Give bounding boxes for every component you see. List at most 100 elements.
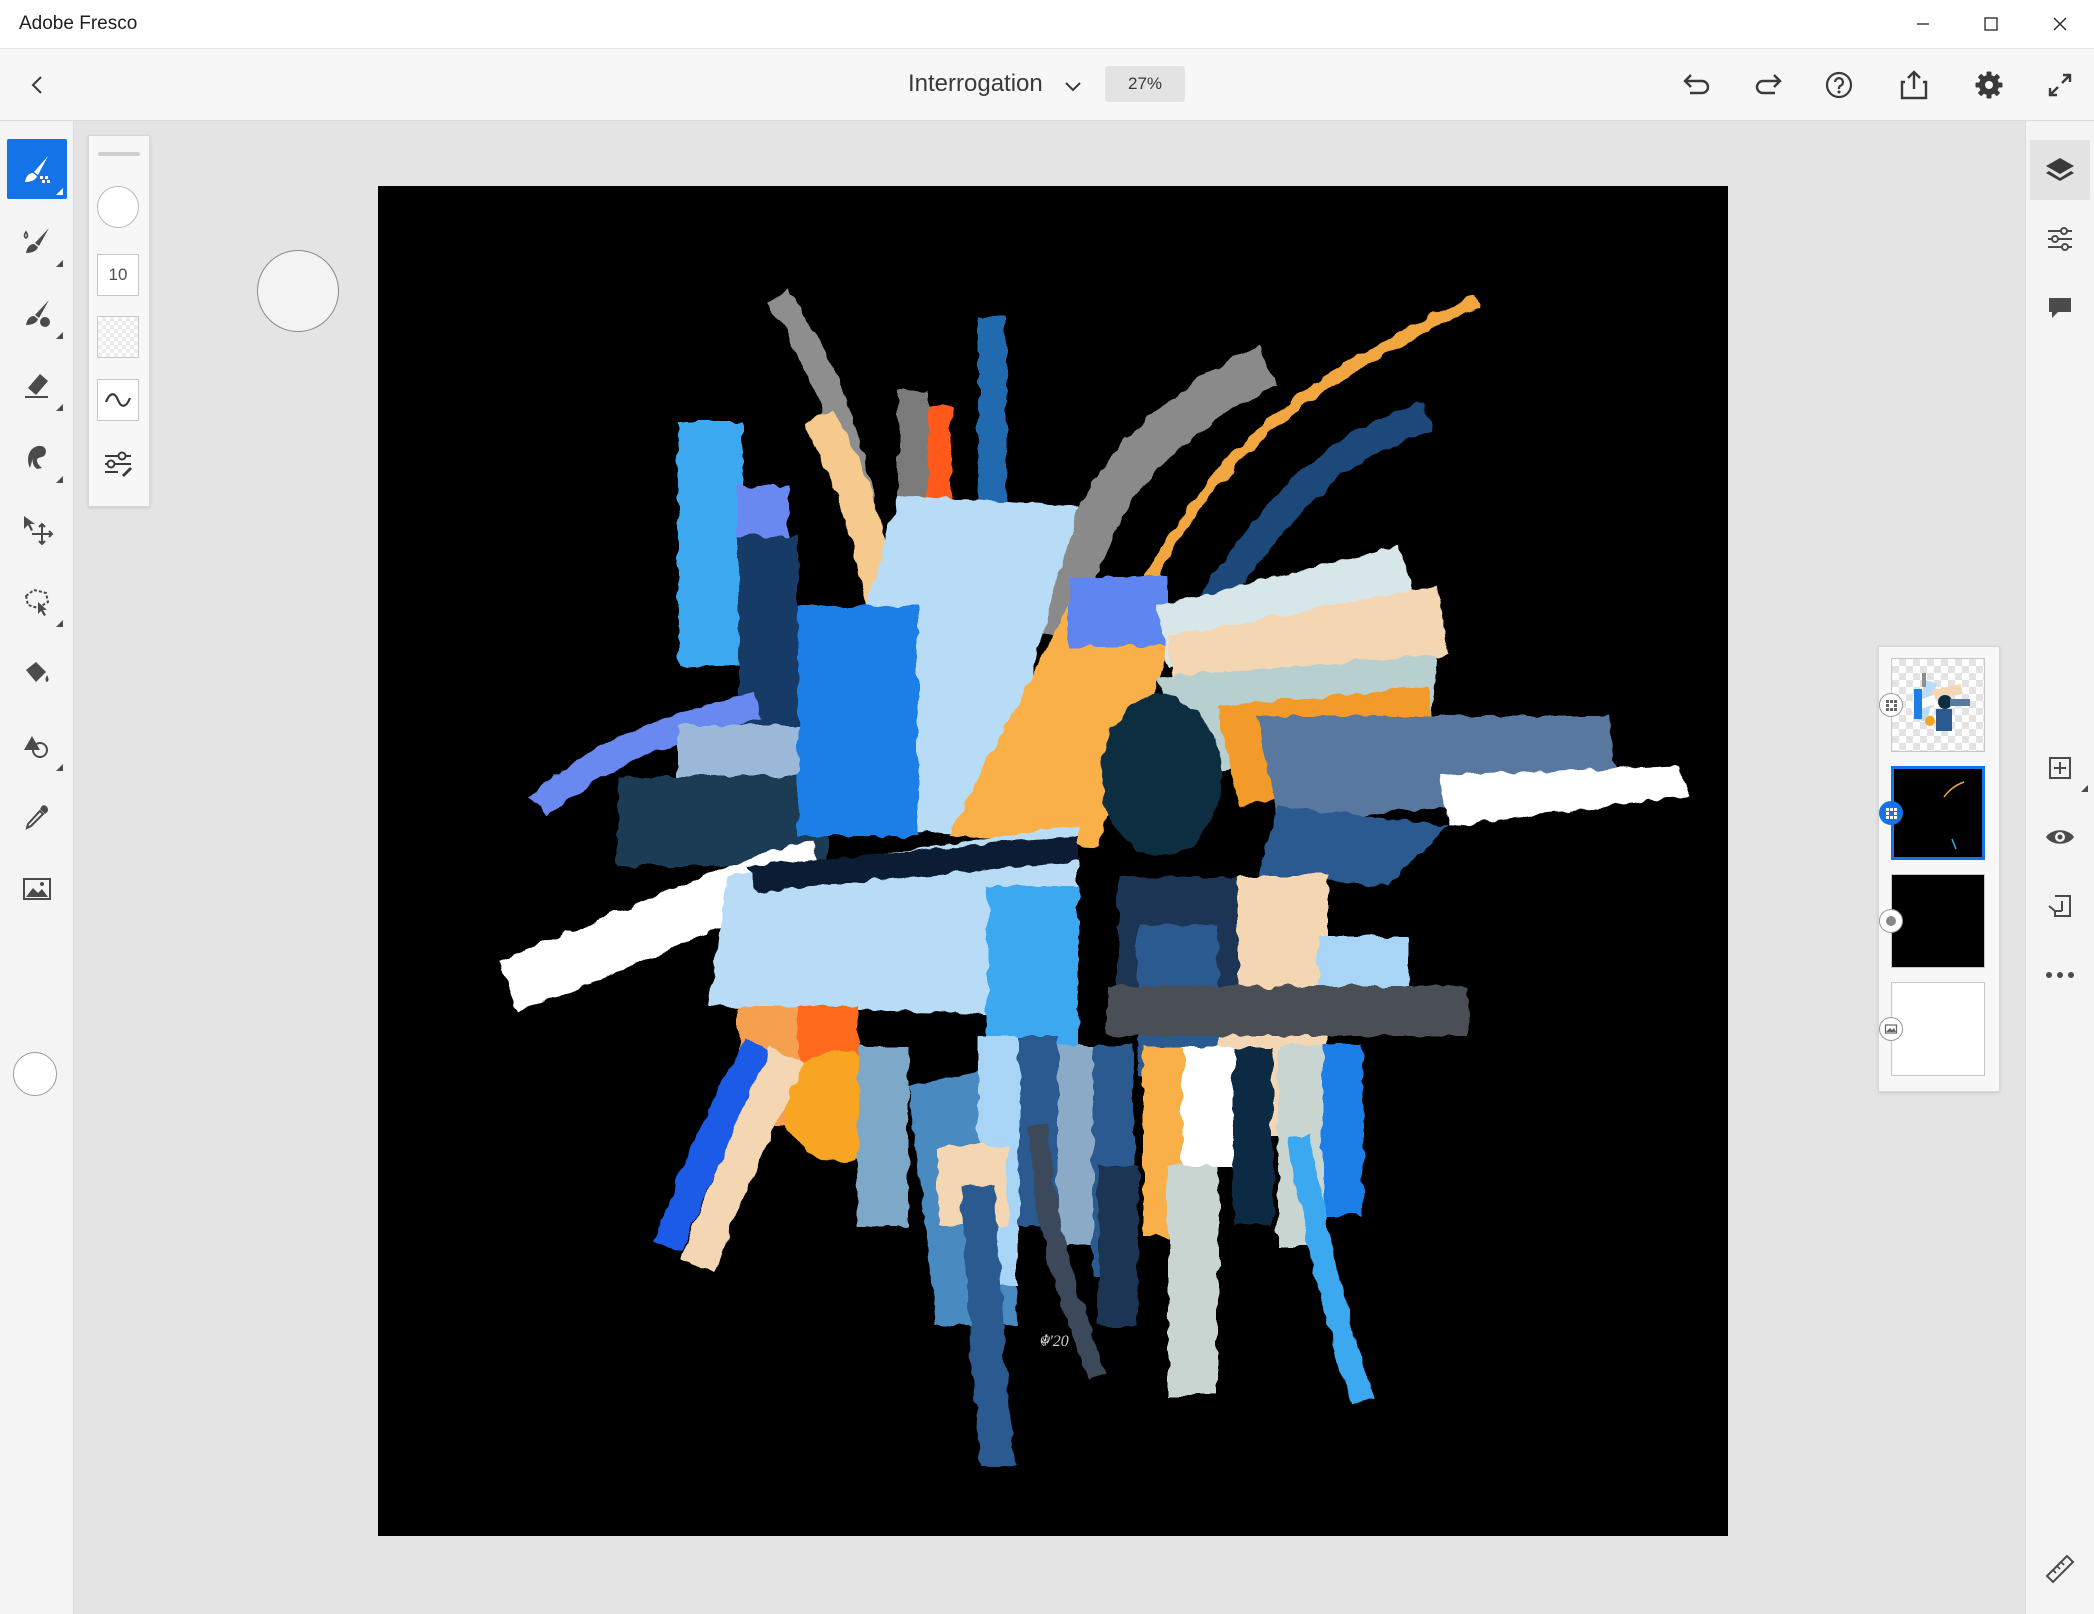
submenu-indicator [56, 404, 63, 411]
brush-settings-button[interactable] [97, 442, 139, 484]
submenu-indicator [56, 764, 63, 771]
zoom-level[interactable]: 27% [1105, 66, 1185, 102]
place-image-tool[interactable] [7, 859, 67, 919]
layer-preview-art [1943, 781, 1965, 850]
layer-blend-toggle[interactable] [1879, 909, 1903, 933]
submenu-indicator [56, 476, 63, 483]
add-layer-icon [2049, 757, 2071, 779]
color-swatch[interactable] [13, 1052, 57, 1096]
smudge-icon [28, 445, 46, 469]
minimize-icon [1917, 23, 1929, 25]
more-options-button[interactable] [2030, 945, 2090, 1005]
paint-bucket-icon [26, 662, 49, 682]
vector-brush-icon [26, 300, 50, 327]
layer-blend-toggle[interactable] [1879, 693, 1903, 717]
live-brush-icon [23, 228, 49, 253]
eraser-tool[interactable] [7, 355, 67, 415]
sliders-icon [105, 451, 132, 477]
artwork: ☬'20 [498, 288, 1688, 1468]
brush-smoothing-button[interactable] [97, 379, 139, 421]
smudge-tool[interactable] [7, 427, 67, 487]
live-brush-tool[interactable] [7, 211, 67, 271]
sliders-icon [2048, 227, 2072, 251]
fullscreen-icon [2048, 73, 2072, 97]
panel-drag-handle[interactable] [98, 152, 140, 156]
back-button[interactable] [16, 63, 60, 107]
shapes-tool[interactable] [7, 715, 67, 775]
layer-thumbnail[interactable] [1891, 874, 1985, 968]
eyedropper-icon [25, 805, 48, 830]
eye-icon [2046, 830, 2074, 844]
comments-button[interactable] [2030, 278, 2090, 338]
redo-icon [1755, 74, 1782, 95]
gear-icon [1975, 71, 2003, 99]
undo-icon [1683, 74, 1710, 95]
pixel-brush-tool[interactable] [7, 139, 67, 199]
layer-thumbnail[interactable] [1891, 982, 1985, 1076]
lasso-select-icon [24, 588, 50, 616]
document-title[interactable]: Interrogation [908, 70, 1043, 98]
layers-icon [2046, 158, 2074, 181]
submenu-indicator [56, 188, 63, 195]
layer-preview-art [1909, 673, 1970, 731]
window-titlebar: Adobe Fresco [0, 0, 2094, 49]
submenu-indicator [56, 332, 63, 339]
add-layer-button[interactable] [2030, 738, 2090, 798]
redo-button[interactable] [1747, 63, 1791, 107]
pixel-layer-icon [1886, 808, 1897, 819]
image-icon [1884, 1024, 1898, 1034]
comment-icon [2049, 298, 2071, 318]
help-icon [1825, 71, 1853, 99]
fill-tool[interactable] [7, 643, 67, 703]
brush-size-indicator [257, 250, 339, 332]
shapes-icon [24, 736, 48, 758]
submenu-indicator [56, 260, 63, 267]
brush-size-field[interactable]: 10 [97, 254, 139, 296]
fill-layer-icon [1886, 916, 1896, 926]
brush-flow-swatch[interactable] [97, 316, 139, 358]
layers-panel [1878, 646, 2000, 1092]
ruler-button[interactable] [2030, 1539, 2090, 1599]
artist-signature: ☬'20 [1038, 1333, 1069, 1350]
chevron-down-icon [1065, 82, 1081, 92]
left-toolbar [0, 121, 74, 1614]
pixel-layer-icon [1886, 700, 1897, 711]
share-button[interactable] [1892, 63, 1936, 107]
move-transform-icon [24, 516, 54, 546]
layer-thumbnail[interactable] [1891, 658, 1985, 752]
undo-button[interactable] [1674, 63, 1718, 107]
layer-blend-toggle[interactable] [1879, 1017, 1903, 1041]
document-menu-button[interactable] [1060, 73, 1086, 99]
layer-actions-button[interactable] [2030, 876, 2090, 936]
submenu-indicator [2081, 785, 2088, 792]
drawing-canvas[interactable]: ☬'20 [378, 186, 1728, 1536]
image-icon [23, 878, 51, 900]
layers-button[interactable] [2030, 140, 2090, 200]
selection-tool[interactable] [7, 571, 67, 631]
more-icon [2046, 972, 2074, 978]
pixel-brush-icon [25, 156, 50, 183]
layer-blend-toggle[interactable] [1879, 801, 1903, 825]
settings-button[interactable] [1967, 63, 2011, 107]
visibility-button[interactable] [2030, 807, 2090, 867]
layer-properties-button[interactable] [2030, 209, 2090, 269]
close-icon [2053, 17, 2067, 31]
close-button[interactable] [2026, 0, 2094, 48]
vector-brush-tool[interactable] [7, 283, 67, 343]
eyedropper-tool[interactable] [7, 787, 67, 847]
app-header: Interrogation 27% [0, 49, 2094, 121]
fullscreen-button[interactable] [2038, 63, 2082, 107]
submenu-indicator [56, 620, 63, 627]
brush-preview[interactable] [97, 186, 139, 228]
layer-actions-icon [2048, 895, 2071, 917]
maximize-button[interactable] [1957, 0, 2025, 48]
app-title: Adobe Fresco [19, 13, 138, 34]
transform-tool[interactable] [7, 499, 67, 559]
eraser-icon [25, 374, 48, 398]
right-toolbar [2025, 121, 2094, 1614]
help-button[interactable] [1817, 63, 1861, 107]
share-icon [1900, 70, 1928, 100]
layer-thumbnail-selected[interactable] [1891, 766, 1985, 860]
brush-settings-panel: 10 [88, 135, 150, 507]
minimize-button[interactable] [1889, 0, 1957, 48]
